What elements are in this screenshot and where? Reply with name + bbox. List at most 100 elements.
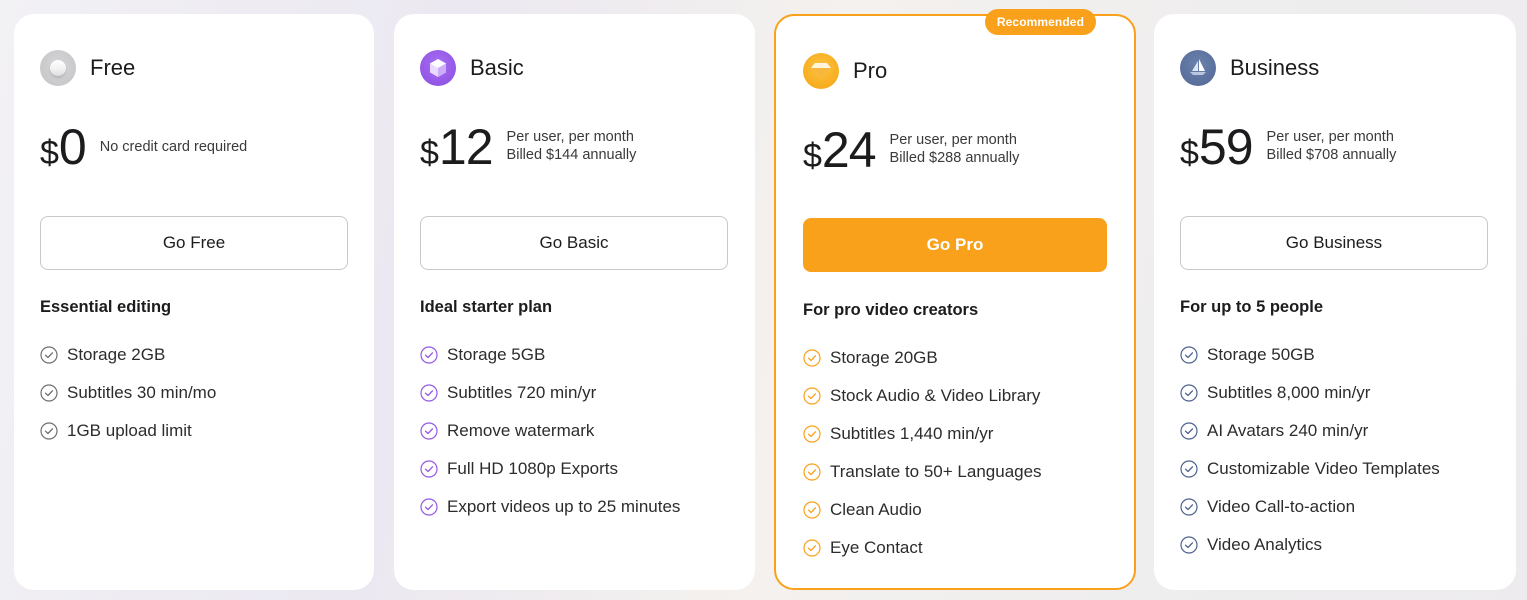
feature-text: Storage 5GB (447, 345, 546, 364)
price: $ 59 (1180, 119, 1254, 175)
feature-list: Storage 2GB Subtitles 30 min/mo 1GB upload… (40, 336, 216, 450)
check-circle-icon (803, 425, 821, 443)
go-business-button[interactable]: Go Business (1180, 216, 1488, 270)
plan-card-free: Free $ 0 No credit card required Go Free… (14, 14, 374, 590)
price-amount: 12 (438, 119, 494, 175)
currency-symbol: $ (1180, 134, 1199, 172)
feature-item: Stock Audio & Video Library (803, 377, 1042, 415)
feature-item: Subtitles 720 min/yr (420, 374, 680, 412)
feature-text: Export videos up to 25 minutes (447, 497, 681, 516)
price-note-line1: Per user, per month (1266, 129, 1394, 145)
check-circle-icon (803, 539, 821, 557)
plan-header: Free (40, 50, 135, 86)
check-circle-icon (803, 501, 821, 519)
feature-text: Storage 20GB (830, 348, 938, 367)
feature-text: Clean Audio (830, 500, 922, 519)
price-note-line2: Billed $144 annually (506, 147, 637, 163)
check-circle-icon (1180, 498, 1198, 516)
plan-tagline: Ideal starter plan (420, 298, 553, 316)
feature-item: Remove watermark (420, 412, 680, 450)
check-circle-icon (420, 498, 438, 516)
check-circle-icon (1180, 536, 1198, 554)
price-note-line1: No credit card required (99, 139, 248, 155)
feature-item: Full HD 1080p Exports (420, 450, 680, 488)
feature-item: 1GB upload limit (40, 412, 216, 450)
feature-item: Subtitles 30 min/mo (40, 374, 216, 412)
plan-header: Business (1180, 50, 1319, 86)
feature-text: Storage 2GB (67, 345, 166, 364)
check-circle-icon (1180, 384, 1198, 402)
plan-card-basic: Basic $ 12 Per user, per month Billed $1… (394, 14, 755, 590)
feature-text: Video Call-to-action (1207, 497, 1356, 516)
pricing-cards: Free $ 0 No credit card required Go Free… (0, 0, 1527, 600)
feature-item: Storage 5GB (420, 336, 680, 374)
price-amount: 59 (1198, 119, 1254, 175)
plan-header: Basic (420, 50, 524, 86)
plan-name: Free (90, 55, 136, 80)
check-circle-icon (1180, 460, 1198, 478)
check-circle-icon (803, 387, 821, 405)
check-circle-icon (40, 346, 58, 364)
price-row: $ 24 Per user, per month Billed $288 ann… (803, 125, 1019, 175)
feature-text: Subtitles 1,440 min/yr (830, 424, 994, 443)
feature-item: Eye Contact (803, 529, 1042, 567)
plan-header: Pro (803, 53, 887, 89)
price-amount: 24 (821, 122, 877, 178)
price-note: Per user, per month Billed $288 annually (890, 131, 1020, 167)
price-note: Per user, per month Billed $708 annually (1267, 128, 1397, 164)
plan-tagline: Essential editing (40, 298, 172, 316)
plan-tagline: For up to 5 people (1180, 298, 1323, 316)
currency-symbol: $ (40, 134, 59, 172)
price-row: $ 12 Per user, per month Billed $144 ann… (420, 122, 636, 172)
go-pro-button[interactable]: Go Pro (803, 218, 1107, 272)
feature-text: Video Analytics (1207, 535, 1322, 554)
price-note-line2: Billed $708 annually (1266, 147, 1397, 163)
price-amount: 0 (58, 119, 87, 175)
feature-text: Subtitles 30 min/mo (67, 383, 217, 402)
check-circle-icon (803, 463, 821, 481)
go-free-button[interactable]: Go Free (40, 216, 348, 270)
feature-item: AI Avatars 240 min/yr (1180, 412, 1440, 450)
feature-list: Storage 5GB Subtitles 720 min/yr Remove wa… (420, 336, 680, 526)
feature-text: Remove watermark (447, 421, 595, 440)
feature-item: Clean Audio (803, 491, 1042, 529)
plan-card-business: Business $ 59 Per user, per month Billed… (1154, 14, 1516, 590)
feature-text: Storage 50GB (1207, 345, 1315, 364)
check-circle-icon (420, 346, 438, 364)
cube-icon (420, 50, 456, 86)
feature-list: Storage 20GB Stock Audio & Video Library S… (803, 339, 1042, 567)
feature-text: Subtitles 8,000 min/yr (1207, 383, 1371, 402)
currency-symbol: $ (420, 134, 439, 172)
plan-name: Pro (853, 58, 888, 83)
feature-text: Full HD 1080p Exports (447, 459, 619, 478)
price-note-line1: Per user, per month (506, 129, 634, 145)
feature-text: Eye Contact (830, 538, 923, 557)
currency-symbol: $ (803, 137, 822, 175)
price: $ 24 (803, 122, 877, 178)
plan-card-pro: Recommended Pro $ 24 Per user, per month… (774, 9, 1136, 590)
feature-list: Storage 50GB Subtitles 8,000 min/yr AI Ava… (1180, 336, 1440, 564)
price-row: $ 59 Per user, per month Billed $708 ann… (1180, 122, 1396, 172)
diamond-icon (803, 53, 839, 89)
feature-item: Export videos up to 25 minutes (420, 488, 680, 526)
feature-item: Video Analytics (1180, 526, 1440, 564)
price-note: No credit card required (100, 138, 248, 156)
feature-item: Customizable Video Templates (1180, 450, 1440, 488)
toggle-knob-icon (40, 50, 76, 86)
feature-text: Stock Audio & Video Library (830, 386, 1041, 405)
feature-item: Subtitles 8,000 min/yr (1180, 374, 1440, 412)
check-circle-icon (1180, 346, 1198, 364)
feature-item: Storage 2GB (40, 336, 216, 374)
feature-text: Customizable Video Templates (1207, 459, 1440, 478)
go-basic-button[interactable]: Go Basic (420, 216, 728, 270)
check-circle-icon (420, 422, 438, 440)
feature-text: AI Avatars 240 min/yr (1207, 421, 1369, 440)
check-circle-icon (40, 384, 58, 402)
feature-item: Video Call-to-action (1180, 488, 1440, 526)
price-row: $ 0 No credit card required (40, 122, 247, 172)
price: $ 0 (40, 119, 87, 175)
check-circle-icon (803, 349, 821, 367)
feature-text: Subtitles 720 min/yr (447, 383, 597, 402)
feature-text: Translate to 50+ Languages (830, 462, 1042, 481)
price-note: Per user, per month Billed $144 annually (507, 128, 637, 164)
